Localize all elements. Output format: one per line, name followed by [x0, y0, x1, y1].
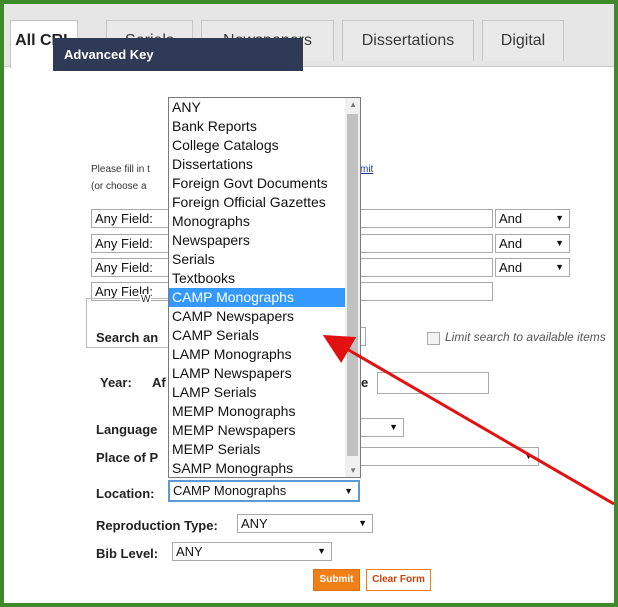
- window-frame: All CRL Serials Newspapers Dissertations…: [0, 0, 618, 607]
- annotation-arrow: [322, 334, 614, 506]
- arrow-line: [322, 334, 614, 506]
